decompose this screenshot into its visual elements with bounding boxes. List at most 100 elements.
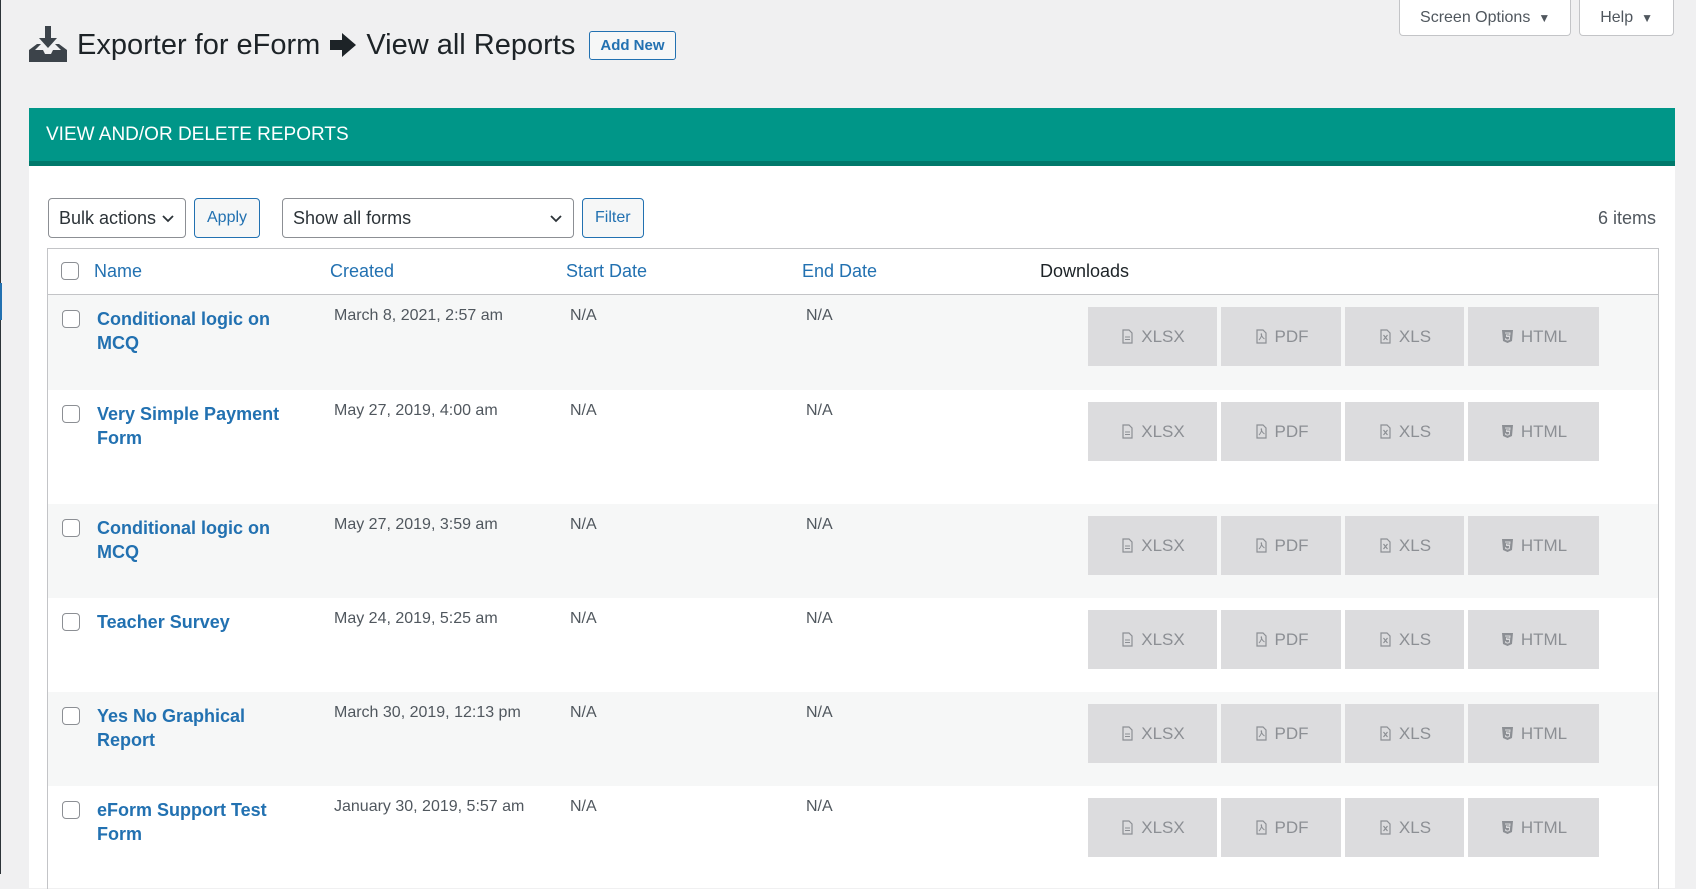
report-name-link[interactable]: Teacher Survey: [97, 610, 307, 634]
row-checkbox[interactable]: [62, 405, 80, 423]
pdf-label: PDF: [1274, 421, 1309, 441]
add-new-button[interactable]: Add New: [589, 30, 676, 60]
column-name[interactable]: Name: [94, 261, 142, 282]
help-button[interactable]: Help ▼: [1579, 0, 1674, 36]
column-created[interactable]: Created: [330, 261, 394, 282]
select-all-checkbox[interactable]: [61, 262, 79, 280]
end-date: N/A: [806, 610, 833, 627]
row-checkbox[interactable]: [62, 613, 80, 631]
download-xls-button[interactable]: XLS: [1345, 402, 1464, 461]
apply-button[interactable]: Apply: [194, 198, 261, 238]
download-html-button[interactable]: HTML: [1468, 402, 1599, 461]
file-excel-icon: [1122, 538, 1133, 553]
download-xls-button[interactable]: XLS: [1345, 307, 1464, 366]
html5-icon: [1501, 425, 1513, 438]
file-pdf-icon: [1255, 820, 1267, 835]
html-label: HTML: [1520, 535, 1568, 555]
xlsx-label: XLSX: [1141, 535, 1185, 555]
table-header: Name Created Start Date End Date Downloa…: [48, 249, 1658, 295]
xls-label: XLS: [1398, 723, 1432, 743]
html5-icon: [1501, 727, 1513, 740]
filter-button[interactable]: Filter: [582, 198, 644, 238]
html5-icon: [1501, 821, 1513, 834]
screen-meta-links: Screen Options ▼ Help ▼: [1399, 0, 1674, 36]
end-date: N/A: [806, 798, 833, 815]
download-pdf-button[interactable]: PDF: [1221, 402, 1341, 461]
file-pdf-icon: [1255, 726, 1267, 741]
download-pdf-button[interactable]: PDF: [1221, 516, 1341, 575]
download-pdf-button[interactable]: PDF: [1221, 798, 1341, 857]
row-checkbox[interactable]: [62, 519, 80, 537]
download-xls-button[interactable]: XLS: [1345, 704, 1464, 763]
pdf-label: PDF: [1274, 535, 1309, 555]
download-buttons: XLSX PDF XLS HTML: [1088, 516, 1599, 575]
download-xlsx-button[interactable]: XLSX: [1088, 307, 1217, 366]
xlsx-label: XLSX: [1141, 421, 1185, 441]
download-xlsx-button[interactable]: XLSX: [1088, 402, 1217, 461]
start-date: N/A: [570, 402, 597, 419]
created-date: May 27, 2019, 4:00 am: [334, 402, 498, 419]
row-checkbox[interactable]: [62, 310, 80, 328]
report-name-link[interactable]: Conditional logic on MCQ: [97, 307, 307, 355]
download-html-button[interactable]: HTML: [1468, 798, 1599, 857]
file-pdf-icon: [1255, 632, 1267, 647]
download-xlsx-button[interactable]: XLSX: [1088, 516, 1217, 575]
download-xls-button[interactable]: XLS: [1345, 516, 1464, 575]
download-html-button[interactable]: HTML: [1468, 307, 1599, 366]
row-checkbox[interactable]: [62, 707, 80, 725]
download-html-button[interactable]: HTML: [1468, 610, 1599, 669]
table-row: Yes No Graphical Report March 30, 2019, …: [48, 692, 1658, 786]
bulk-actions-select[interactable]: Bulk actions: [48, 198, 186, 238]
end-date: N/A: [806, 704, 833, 721]
download-xlsx-button[interactable]: XLSX: [1088, 610, 1217, 669]
file-excel-icon: [1122, 424, 1133, 439]
html-label: HTML: [1520, 723, 1568, 743]
report-name-link[interactable]: Yes No Graphical Report: [97, 704, 307, 752]
created-date: May 27, 2019, 3:59 am: [334, 516, 498, 533]
download-pdf-button[interactable]: PDF: [1221, 610, 1341, 669]
html-label: HTML: [1520, 421, 1568, 441]
file-excel-icon: [1122, 726, 1133, 741]
reports-table: Name Created Start Date End Date Downloa…: [47, 248, 1659, 889]
download-html-button[interactable]: HTML: [1468, 516, 1599, 575]
bulk-actions-value: Bulk actions: [59, 207, 157, 228]
created-date: January 30, 2019, 5:57 am: [334, 798, 525, 815]
download-xlsx-button[interactable]: XLSX: [1088, 704, 1217, 763]
download-tray-icon: [29, 26, 67, 62]
xlsx-label: XLSX: [1141, 326, 1185, 346]
table-row: Conditional logic on MCQ May 27, 2019, 3…: [48, 504, 1658, 598]
pdf-label: PDF: [1274, 629, 1309, 649]
table-row: Conditional logic on MCQ March 8, 2021, …: [48, 295, 1658, 390]
screen-options-button[interactable]: Screen Options ▼: [1399, 0, 1572, 36]
forms-filter-value: Show all forms: [293, 207, 412, 228]
table-row: Very Simple Payment Form May 27, 2019, 4…: [48, 390, 1658, 504]
file-pdf-icon: [1255, 424, 1267, 439]
column-end-date[interactable]: End Date: [802, 261, 877, 282]
admin-sidebar-edge: [0, 0, 1, 874]
table-row: Teacher Survey May 24, 2019, 5:25 am N/A…: [48, 598, 1658, 692]
download-xls-button[interactable]: XLS: [1345, 610, 1464, 669]
download-buttons: XLSX PDF XLS HTML: [1088, 704, 1599, 763]
start-date: N/A: [570, 307, 597, 324]
start-date: N/A: [570, 704, 597, 721]
html-label: HTML: [1520, 629, 1568, 649]
report-name-link[interactable]: Very Simple Payment Form: [97, 402, 307, 450]
download-pdf-button[interactable]: PDF: [1221, 704, 1341, 763]
panel-title: VIEW AND/OR DELETE REPORTS: [46, 123, 349, 145]
forms-filter-select[interactable]: Show all forms: [282, 198, 575, 238]
end-date: N/A: [806, 307, 833, 324]
report-name-link[interactable]: eForm Support Test Form: [97, 798, 307, 846]
download-xls-button[interactable]: XLS: [1345, 798, 1464, 857]
download-html-button[interactable]: HTML: [1468, 704, 1599, 763]
file-excel-icon: [1122, 632, 1133, 647]
download-pdf-button[interactable]: PDF: [1221, 307, 1341, 366]
html-label: HTML: [1520, 817, 1568, 837]
xlsx-label: XLSX: [1141, 817, 1185, 837]
report-name-link[interactable]: Conditional logic on MCQ: [97, 516, 307, 564]
screen-options-label: Screen Options: [1420, 8, 1531, 26]
admin-sidebar-active-marker: [0, 283, 2, 320]
column-start-date[interactable]: Start Date: [566, 261, 647, 282]
row-checkbox[interactable]: [62, 801, 80, 819]
page-title: Exporter for eForm View all Reports: [77, 29, 575, 62]
download-xlsx-button[interactable]: XLSX: [1088, 798, 1217, 857]
